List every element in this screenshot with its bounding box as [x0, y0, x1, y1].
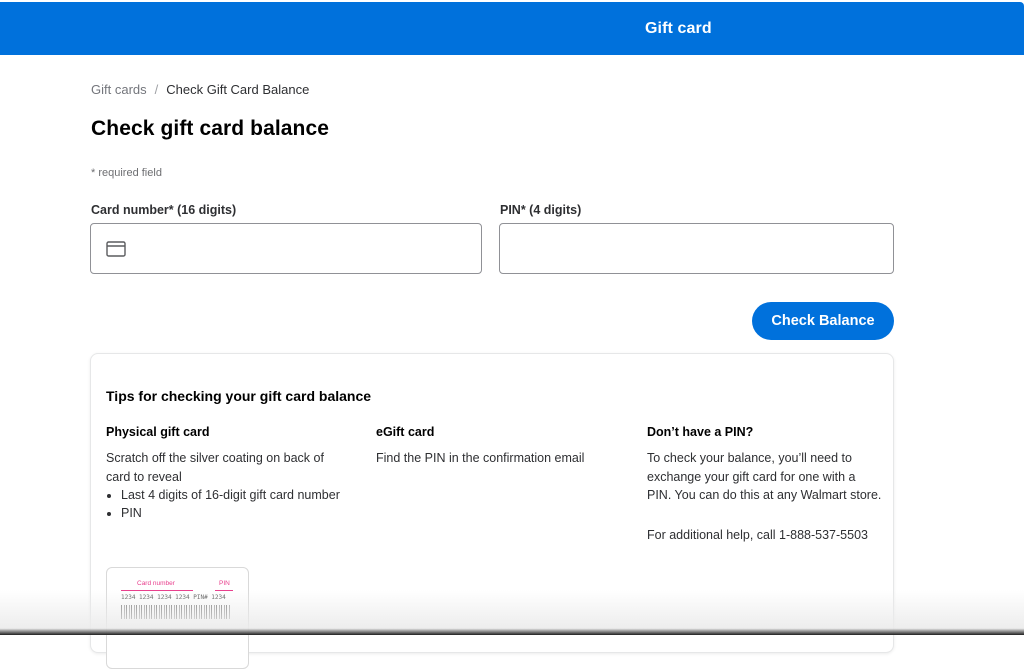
tip-no-pin: Don’t have a PIN? To check your balance,…	[647, 423, 882, 544]
breadcrumb: Gift cards / Check Gift Card Balance	[91, 82, 309, 97]
tip-physical-list: Last 4 digits of 16-digit gift card numb…	[106, 486, 346, 523]
tips-panel: Tips for checking your gift card balance…	[90, 353, 894, 669]
illustration-card-number-marker	[121, 590, 193, 591]
card-number-field[interactable]	[90, 223, 482, 275]
tip-egift-text: Find the PIN in the confirmation email	[376, 451, 585, 466]
breadcrumb-current: Check Gift Card Balance	[166, 82, 310, 97]
breadcrumb-link-gift-cards[interactable]: Gift cards	[91, 82, 147, 97]
tip-egift-heading: eGift card	[376, 425, 435, 439]
required-field-note: * required field	[91, 167, 162, 179]
tip-no-pin-heading: Don’t have a PIN?	[647, 425, 754, 439]
tip-physical-text: Scratch off the silver coating on back o…	[106, 451, 324, 484]
help-phone-text: For additional help, call 1-888-537-5503	[647, 528, 868, 543]
top-header-bar: Gift card	[0, 2, 1024, 55]
check-balance-button[interactable]: Check Balance	[752, 302, 894, 340]
page-title: Check gift card balance	[91, 117, 330, 140]
tip-egift-card: eGift card Find the PIN in the confirmat…	[376, 423, 616, 468]
pin-field[interactable]	[499, 223, 894, 275]
tips-title: Tips for checking your gift card balance	[106, 388, 372, 404]
card-number-label: Card number* (16 digits)	[91, 203, 237, 217]
credit-card-icon	[106, 241, 126, 257]
header-title: Gift card	[645, 20, 712, 37]
illustration-digits: 1234 1234 1234 1234 PIN# 1234	[121, 594, 226, 601]
illustration-pin-marker	[215, 590, 233, 591]
pin-label: PIN* (4 digits)	[500, 203, 582, 217]
breadcrumb-separator: /	[154, 82, 159, 97]
tip-no-pin-text: To check your balance, you’ll need to ex…	[647, 451, 882, 502]
tip-physical-gift-card: Physical gift card Scratch off the silve…	[106, 423, 346, 522]
tip-physical-heading: Physical gift card	[106, 425, 210, 439]
list-item: Last 4 digits of 16-digit gift card numb…	[121, 486, 346, 504]
gift-card-back-illustration: Card number PIN 1234 1234 1234 1234 PIN#…	[106, 567, 249, 669]
barcode-image	[121, 605, 231, 619]
card-number-input[interactable]	[135, 224, 479, 275]
list-item: PIN	[121, 504, 346, 522]
illustration-card-number-label: Card number	[137, 580, 175, 587]
pin-input[interactable]	[512, 224, 886, 275]
illustration-pin-label: PIN	[219, 580, 230, 587]
